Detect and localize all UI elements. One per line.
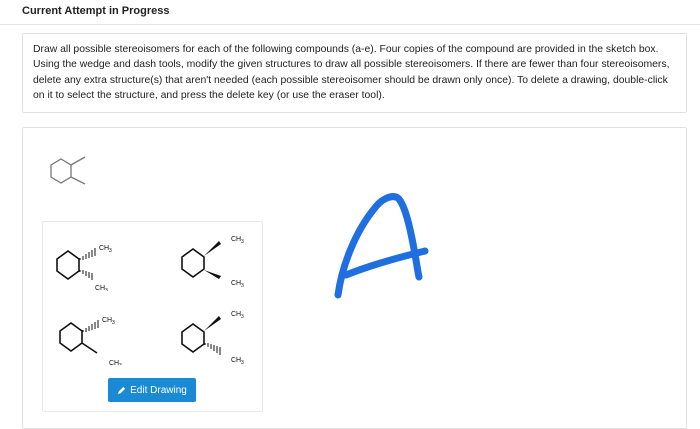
handwritten-a-annotation	[334, 193, 429, 299]
molecule-1[interactable]: CH 3 CH 3	[50, 231, 130, 291]
molecule-4[interactable]: CH 3 CH 3	[175, 304, 255, 366]
edit-drawing-button[interactable]: Edit Drawing	[108, 378, 196, 402]
svg-text:3: 3	[241, 314, 244, 320]
svg-text:3: 3	[112, 320, 115, 326]
reference-compound	[50, 156, 86, 185]
molecule-1-top-label: CH	[99, 245, 109, 252]
molecule-3[interactable]: CH 3 CH 3	[53, 303, 133, 365]
question-box: Draw all possible stereoisomers for each…	[22, 33, 687, 113]
molecule-1-bottom-label: CH	[95, 285, 105, 291]
edit-drawing-label: Edit Drawing	[130, 384, 187, 396]
svg-text:3: 3	[119, 363, 122, 365]
question-text: Draw all possible stereoisomers for each…	[33, 44, 670, 102]
molecule-4-bottom-label: CH	[231, 357, 241, 364]
molecule-3-bottom-label: CH	[109, 360, 119, 365]
svg-text:3: 3	[241, 360, 244, 366]
header-bar: Current Attempt in Progress	[0, 0, 700, 25]
svg-text:3: 3	[241, 283, 244, 288]
molecule-4-top-label: CH	[231, 311, 241, 318]
molecule-2-bottom-label: CH	[231, 280, 241, 287]
svg-text:3: 3	[109, 248, 112, 254]
handwriting-stroke	[334, 193, 423, 299]
svg-text:3: 3	[241, 239, 244, 245]
svg-text:3: 3	[105, 288, 108, 291]
molecule-2-top-label: CH	[231, 236, 241, 243]
molecule-3-top-label: CH	[102, 317, 112, 324]
page-title: Current Attempt in Progress	[22, 5, 170, 17]
pencil-icon	[118, 386, 126, 394]
molecule-2[interactable]: CH 3 CH 3	[175, 228, 255, 288]
